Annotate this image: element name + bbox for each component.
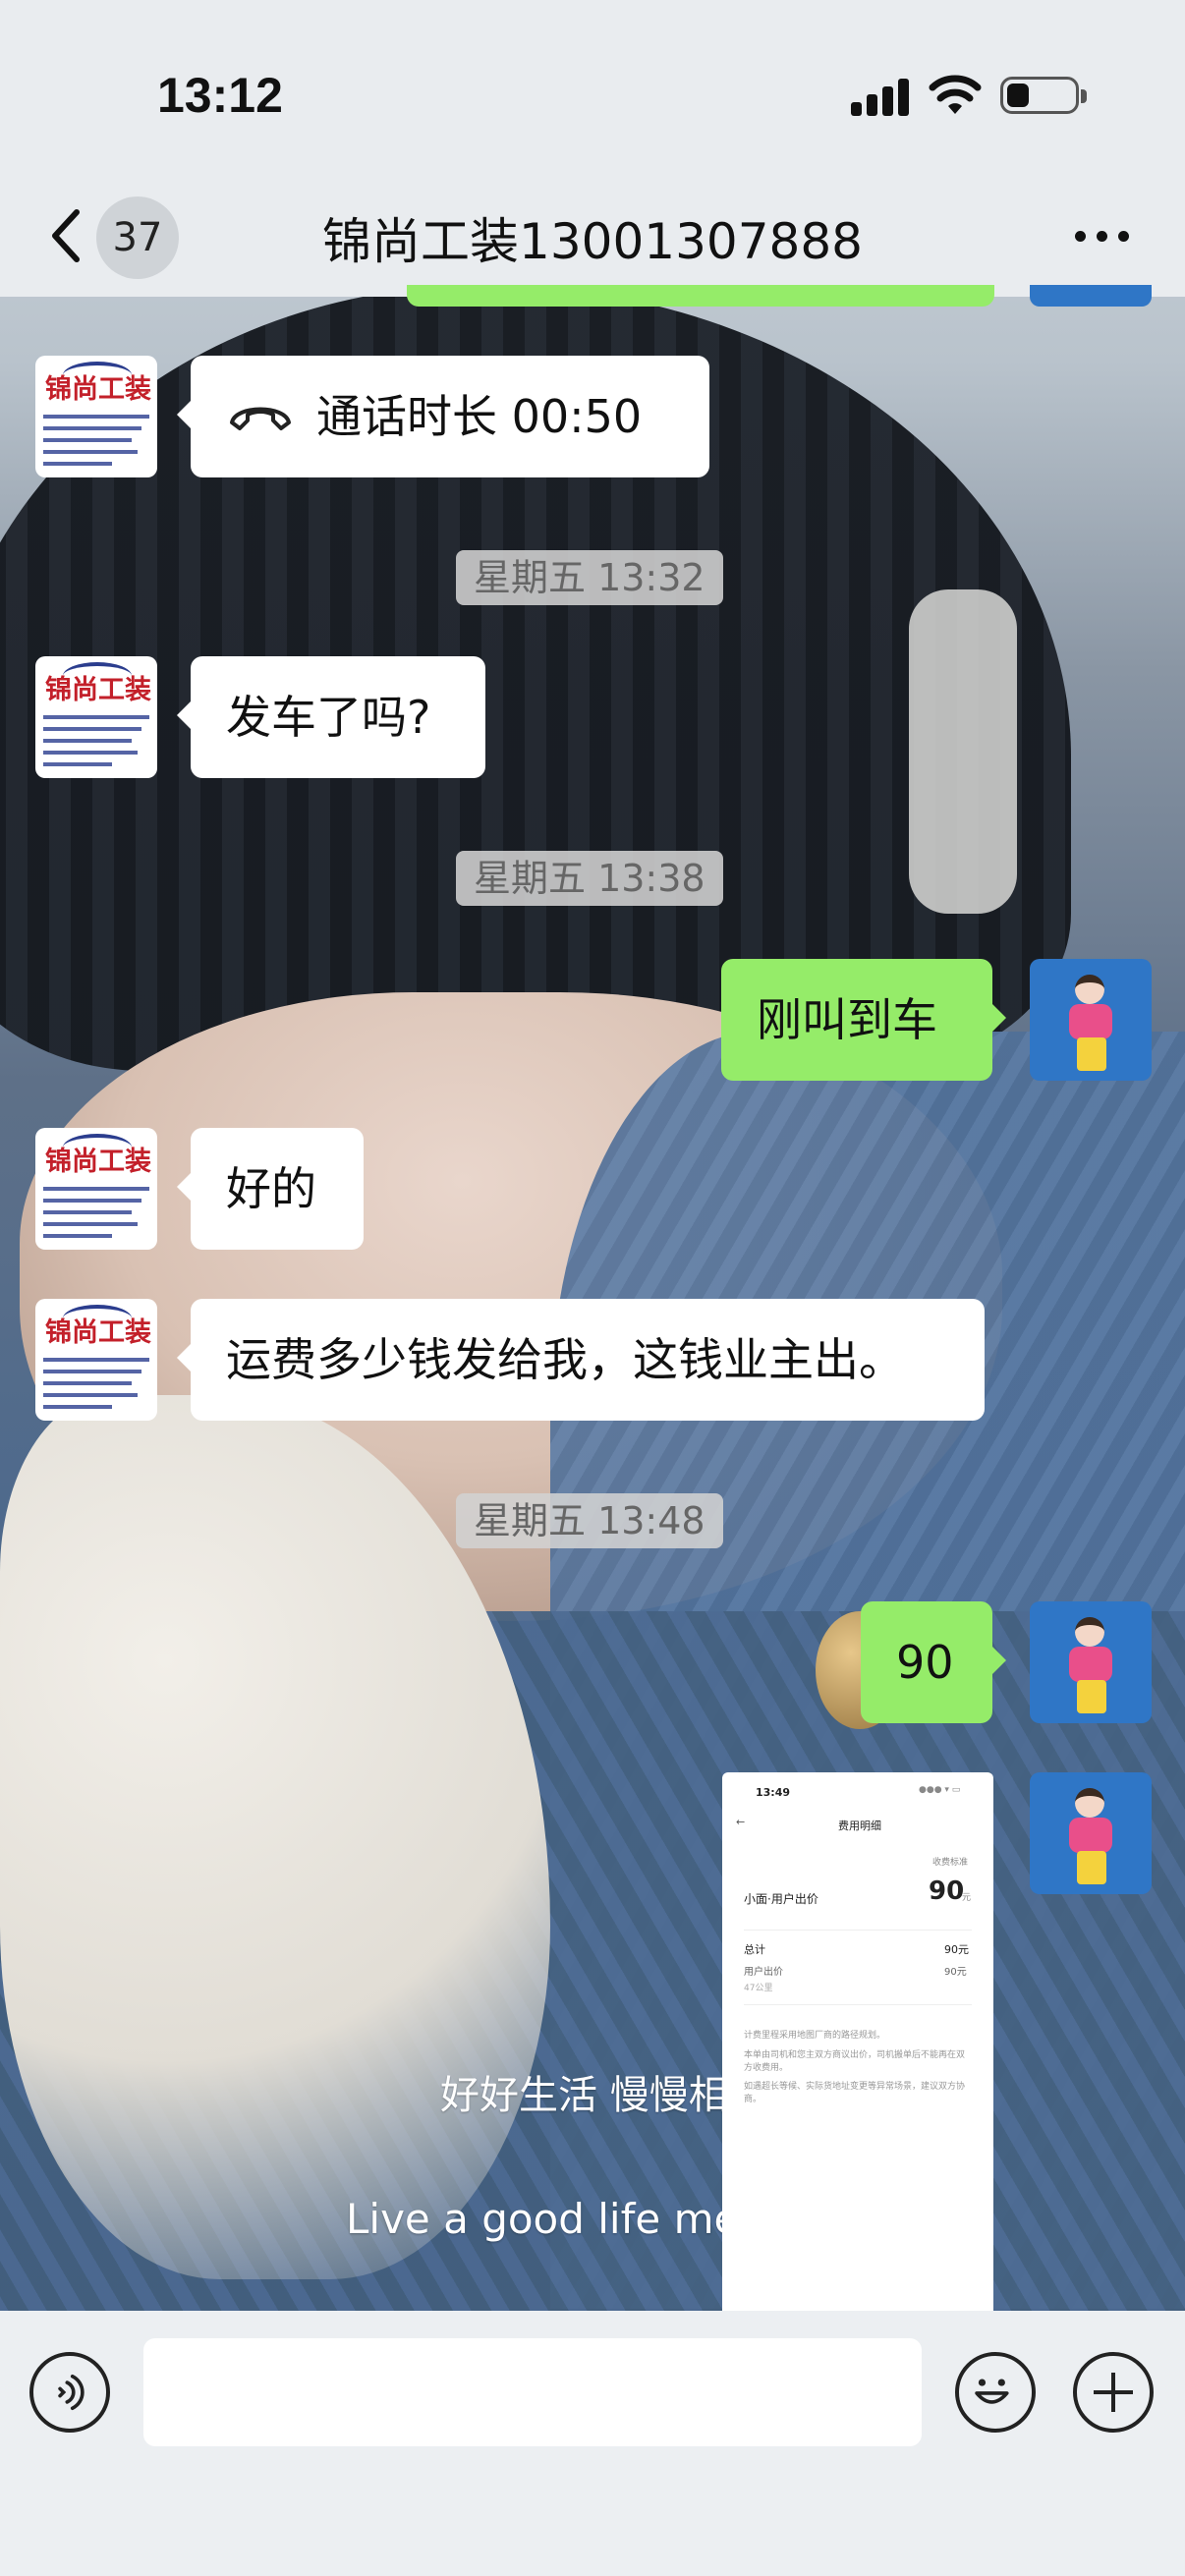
screenshot-image-message[interactable]: 13:49 ●●● ▾ ▭ ← 费用明细 收费标准 小面·用户出价 90 元 总… — [722, 1772, 993, 2323]
wifi-icon — [929, 75, 982, 114]
message-timestamp: 星期五 13:32 — [456, 550, 723, 605]
chat-title: 锦尚工装13001307888 — [322, 213, 863, 270]
partial-outgoing-bubble — [407, 285, 994, 307]
my-avatar[interactable] — [1030, 959, 1152, 1081]
message-input-bar — [0, 2311, 1185, 2576]
cellular-signal-icon — [851, 77, 910, 116]
status-time: 13:12 — [157, 68, 283, 123]
status-bar: 13:12 — [0, 0, 1185, 187]
incoming-message-bubble[interactable]: 运费多少钱发给我，这钱业主出。 — [177, 1299, 985, 1421]
call-duration-bubble[interactable]: 通话时长 00:50 — [177, 356, 709, 477]
message-text-input[interactable] — [143, 2338, 922, 2446]
outgoing-message-bubble[interactable]: 刚叫到车 — [721, 959, 1006, 1081]
partial-avatar — [1030, 285, 1152, 307]
my-avatar[interactable] — [1030, 1772, 1152, 1894]
message-timestamp: 星期五 13:48 — [456, 1493, 723, 1548]
voice-input-icon[interactable] — [29, 2352, 110, 2433]
message-timestamp: 星期五 13:38 — [456, 851, 723, 906]
wallpaper-caption-cn: 好好生活 慢慢相遇 — [440, 2073, 767, 2118]
outgoing-message-bubble[interactable]: 90 — [861, 1601, 1006, 1723]
my-avatar[interactable] — [1030, 1601, 1152, 1723]
incoming-message-bubble[interactable]: 发车了吗? — [177, 656, 485, 778]
incoming-message-bubble[interactable]: 好的 — [177, 1128, 364, 1250]
phone-hangup-icon — [230, 407, 291, 430]
contact-avatar[interactable]: 锦尚工装 — [35, 656, 157, 778]
emoji-icon[interactable] — [955, 2352, 1036, 2433]
more-options-icon[interactable] — [1071, 226, 1134, 248]
wallpaper-caption-en: Live a good life mee — [346, 2195, 765, 2243]
contact-avatar[interactable]: 锦尚工装 — [35, 1128, 157, 1250]
add-attachment-icon[interactable] — [1073, 2352, 1154, 2433]
chat-header: 37 锦尚工装13001307888 — [0, 187, 1185, 297]
contact-avatar[interactable]: 锦尚工装 — [35, 1299, 157, 1421]
battery-icon — [1000, 77, 1087, 114]
call-duration-text: 通话时长 00:50 — [316, 390, 643, 443]
contact-avatar[interactable]: 锦尚工装 — [35, 356, 157, 477]
